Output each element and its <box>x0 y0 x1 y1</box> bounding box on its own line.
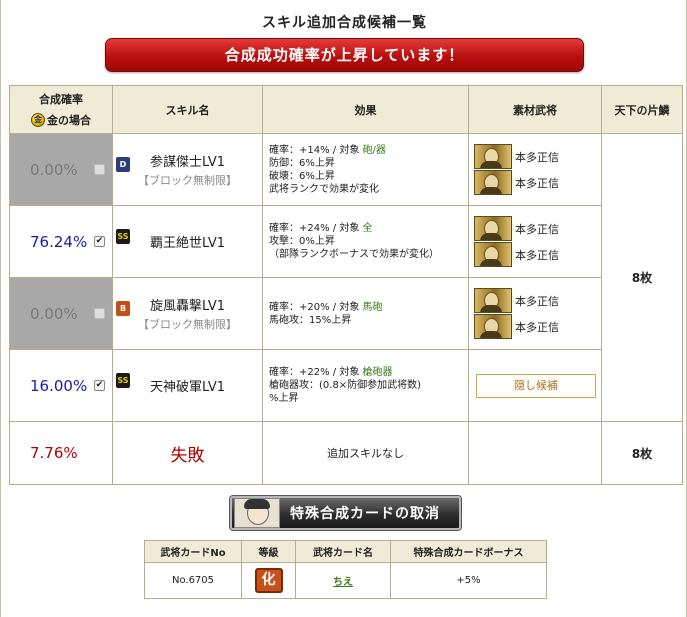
card-grade-cell: 化 <box>241 562 296 599</box>
rate-cell: 76.24% ✔ <box>9 205 113 278</box>
cancel-button-label: 特殊合成カードの取消 <box>290 506 440 522</box>
table-row: 76.24% ✔ SS 覇王絶世LV1 確率：+24% / 対象 全 攻撃：0%… <box>9 205 683 278</box>
general-portrait-icon <box>474 288 512 313</box>
effect-header: 効果 <box>262 85 469 134</box>
rank-badge-icon: SS <box>116 373 130 388</box>
header-row: 合成確率 金金の場合 スキル名 効果 素材武将 天下の片鱗 <box>9 85 683 134</box>
block-note: 【ブロック無制限】 <box>138 174 237 187</box>
hidden-candidate-button[interactable]: 隠し候補 <box>476 373 596 398</box>
material-cell: 本多正信 本多正信 <box>468 133 602 206</box>
rate-cell: 0.00% <box>9 133 113 206</box>
table-row: 0.00% B 旋風轟撃LV1 【ブロック無制限】 確率：+20% / 対象 馬… <box>9 277 683 350</box>
card-portrait-icon <box>234 498 280 528</box>
card-name-header: 武将カード名 <box>295 540 391 563</box>
select-checkbox[interactable] <box>94 307 105 319</box>
table-row: 16.00% ✔ SS 天神破軍LV1 確率：+22% / 対象 槍砲器 槍砲器… <box>9 349 683 422</box>
fail-tenka-cell: 8枚 <box>601 421 683 485</box>
material-cell: 隠し候補 <box>468 349 602 422</box>
no-skill-cell: 追加スキルなし <box>262 421 469 485</box>
material-general[interactable]: 本多正信 <box>474 216 596 242</box>
material-general[interactable]: 本多正信 <box>474 144 596 170</box>
tenka-cell: 8枚 <box>601 133 683 422</box>
effect-cell: 確率：+20% / 対象 馬砲 馬砲攻：15%上昇 <box>262 277 469 350</box>
table-row: 0.00% D 参謀傑士LV1 【ブロック無制限】 確率：+14% / 対象 砲… <box>9 133 683 422</box>
select-checkbox[interactable]: ✔ <box>94 235 105 247</box>
card-bonus: +5% <box>390 562 547 599</box>
special-card-table: 武将カードNo 等級 武将カード名 特殊合成カードボーナス No.6705 化 … <box>144 540 547 599</box>
general-portrait-icon <box>474 242 512 267</box>
select-checkbox[interactable]: ✔ <box>94 379 105 391</box>
card-no: No.6705 <box>144 562 242 599</box>
card-no-header: 武将カードNo <box>144 540 242 563</box>
skill-name: 天神破軍LV1 <box>150 380 225 395</box>
general-portrait-icon <box>474 314 512 339</box>
select-checkbox[interactable] <box>94 163 105 175</box>
cancel-special-card-button[interactable]: 特殊合成カードの取消 <box>230 496 461 530</box>
skill-header: スキル名 <box>112 85 263 134</box>
empty-material-cell <box>468 421 602 485</box>
card-grade-header: 等級 <box>241 540 296 563</box>
skill-cell: SS 覇王絶世LV1 <box>112 205 263 278</box>
general-portrait-icon <box>474 144 512 169</box>
skill-name: 旋風轟撃LV1 <box>150 299 225 314</box>
card-name-link[interactable]: ちえ <box>333 577 353 588</box>
material-header: 素材武将 <box>468 85 602 134</box>
effect-cell: 確率：+14% / 対象 砲/器 防御：6%上昇 破壊：6%上昇 武将ランクで効… <box>262 133 469 206</box>
card-bonus-header: 特殊合成カードボーナス <box>390 540 547 563</box>
skill-cell: B 旋風轟撃LV1 【ブロック無制限】 <box>112 277 263 350</box>
page-title: スキル追加合成候補一覧 <box>262 15 427 31</box>
material-general[interactable]: 本多正信 <box>474 288 596 314</box>
candidate-table: 合成確率 金金の場合 スキル名 効果 素材武将 天下の片鱗 0.00% D 参謀… <box>9 85 683 485</box>
material-general[interactable]: 本多正信 <box>474 314 596 340</box>
fail-rate-cell: 7.76% <box>9 421 113 485</box>
material-general[interactable]: 本多正信 <box>474 170 596 196</box>
general-portrait-icon <box>474 170 512 195</box>
rate-cell: 0.00% <box>9 277 113 350</box>
gold-coin-icon: 金 <box>31 113 45 127</box>
effect-cell: 確率：+24% / 対象 全 攻撃：0%上昇 （部隊ランクボーナスで効果が変化） <box>262 205 469 278</box>
fail-label: 失敗 <box>112 421 263 485</box>
card-header-row: 武将カードNo 等級 武将カード名 特殊合成カードボーナス <box>144 540 547 563</box>
rank-badge-icon: SS <box>116 229 130 244</box>
rank-badge-icon: D <box>116 157 130 172</box>
material-general[interactable]: 本多正信 <box>474 242 596 268</box>
effect-cell: 確率：+22% / 対象 槍砲器 槍砲器攻：(0.8×防御参加武将数) %上昇 <box>262 349 469 422</box>
rank-badge-icon: B <box>116 301 130 316</box>
skill-name: 覇王絶世LV1 <box>150 236 225 251</box>
page-frame: スキル追加合成候補一覧 合成成功確率が上昇しています！ 合成確率 金金の場合 ス… <box>0 0 687 617</box>
skill-cell: D 参謀傑士LV1 【ブロック無制限】 <box>112 133 263 206</box>
card-name-cell: ちえ <box>295 562 391 599</box>
general-portrait-icon <box>474 216 512 241</box>
rate-header: 合成確率 金金の場合 <box>9 85 113 134</box>
skill-name: 参謀傑士LV1 <box>150 155 225 170</box>
rate-cell: 16.00% ✔ <box>9 349 113 422</box>
block-note: 【ブロック無制限】 <box>138 318 237 331</box>
material-cell: 本多正信 本多正信 <box>468 277 602 350</box>
card-row: No.6705 化 ちえ +5% <box>144 562 547 599</box>
success-rate-banner: 合成成功確率が上昇しています！ <box>105 38 584 72</box>
fail-row: 7.76% 失敗 追加スキルなし 8枚 <box>9 421 683 485</box>
material-cell: 本多正信 本多正信 <box>468 205 602 278</box>
skill-cell: SS 天神破軍LV1 <box>112 349 263 422</box>
tenka-header: 天下の片鱗 <box>601 85 683 134</box>
grade-badge-icon: 化 <box>254 568 283 593</box>
